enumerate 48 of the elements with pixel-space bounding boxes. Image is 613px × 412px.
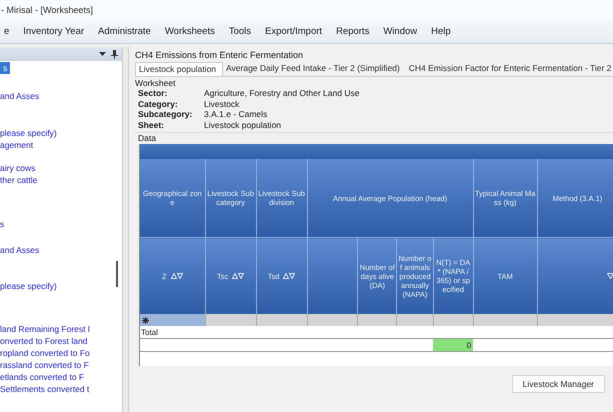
scrollbar-thumb[interactable]: [116, 261, 118, 287]
tree-item[interactable]: s: [0, 218, 4, 230]
tree-item[interactable]: onverted to Forest land: [0, 335, 88, 347]
tree-item[interactable]: rassland converted to F: [0, 359, 89, 371]
section-label: Data: [135, 132, 613, 143]
dropdown-icon[interactable]: [99, 51, 106, 57]
livestock-manager-button[interactable]: Livestock Manager: [512, 375, 605, 393]
menu-item[interactable]: Administrate: [91, 26, 158, 37]
menu-item[interactable]: Inventory Year: [16, 26, 92, 37]
table-cell: Total: [140, 326, 613, 338]
pin-icon[interactable]: [111, 50, 118, 58]
field-label: Subcategory:: [138, 109, 194, 120]
sort-icon[interactable]: [170, 273, 183, 279]
tree-item[interactable]: ther cattle: [0, 174, 38, 186]
field-label: Sheet:: [138, 120, 165, 130]
sort-icon[interactable]: [283, 273, 296, 279]
tree-item[interactable]: land Remaining Forest l: [0, 323, 90, 335]
field-label: Sector:: [138, 88, 168, 98]
new-row-icon: [142, 316, 149, 324]
tree-item[interactable]: s: [0, 62, 10, 74]
field-value: 3.A.1.e - Camels: [204, 109, 268, 120]
tree-item[interactable]: ropland converted to Fo: [0, 347, 90, 359]
tree-item[interactable]: etlands converted to F: [0, 371, 84, 383]
menu-item[interactable]: Window: [376, 26, 424, 37]
tree-item[interactable]: please specify): [0, 280, 57, 292]
filter-icon[interactable]: [607, 272, 613, 278]
tree-item[interactable]: please specify): [0, 127, 57, 139]
section-label: Worksheet: [135, 78, 176, 88]
tab[interactable]: Livestock population: [135, 62, 224, 76]
field-value: Agriculture, Forestry and Other Land Use: [204, 88, 360, 98]
field-value: Livestock population: [204, 120, 282, 130]
panel-title: CH4 Emissions from Enteric Fermentation: [135, 49, 304, 61]
menu-item[interactable]: Export/Import: [258, 26, 330, 37]
window-title: - Mirisal - [Worksheets]: [1, 5, 93, 15]
menu-item[interactable]: Reports: [329, 26, 376, 37]
tree-item[interactable]: and Asses: [0, 244, 40, 256]
menu-item[interactable]: e: [0, 26, 16, 37]
tree-item[interactable]: Settlements converted t: [0, 383, 90, 395]
field-label: Category:: [138, 98, 179, 109]
sort-icon[interactable]: [232, 273, 244, 279]
tree-item[interactable]: and Asses: [0, 90, 40, 102]
total-cell: 0: [433, 338, 474, 352]
menu-item[interactable]: Tools: [222, 26, 258, 37]
field-value: Livestock: [204, 98, 240, 109]
tree-item[interactable]: agement: [0, 139, 34, 151]
menu-item[interactable]: Worksheets: [158, 26, 222, 37]
menu-item[interactable]: Help: [424, 26, 458, 37]
tree-item[interactable]: airy cows: [0, 162, 36, 174]
